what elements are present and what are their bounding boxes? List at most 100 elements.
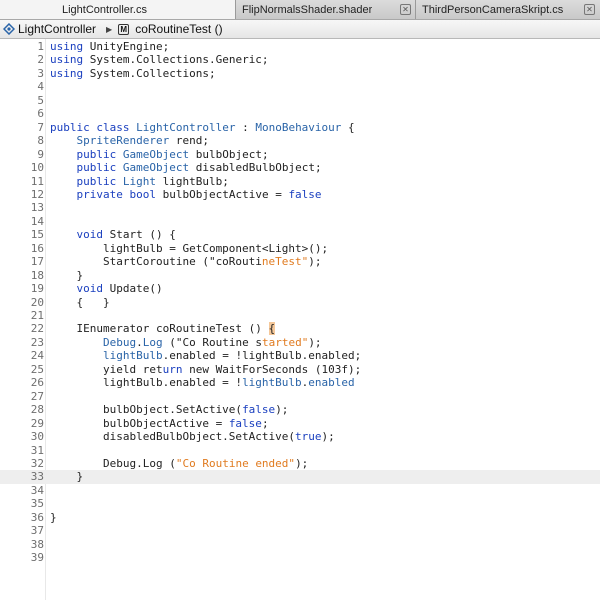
code-token: Start () { xyxy=(103,228,176,242)
code-line[interactable]: 5 xyxy=(0,94,600,107)
line-number: 6 xyxy=(37,107,44,121)
code-token: { xyxy=(341,120,355,134)
code-token: : xyxy=(235,120,256,134)
line-number: 16 xyxy=(30,241,44,255)
code-token: enabled xyxy=(308,376,355,390)
line-number: 32 xyxy=(30,456,44,470)
code-token: ("Co Routine s xyxy=(162,335,262,349)
line-number: 4 xyxy=(37,80,44,94)
code-line[interactable]: 32 Debug.Log ("Co Routine ended"); xyxy=(0,457,600,470)
tab-thirdpersoncameraskript[interactable]: ThirdPersonCameraSkript.cs ✕ xyxy=(416,0,600,19)
code-line[interactable]: 26 lightBulb.enabled = !lightBulb.enable… xyxy=(0,376,600,389)
code-line[interactable]: 35 xyxy=(0,497,600,510)
code-token: bulbObject; xyxy=(189,147,269,161)
code-line[interactable]: 12 private bool bulbObjectActive = false xyxy=(0,188,600,201)
code-line[interactable]: 9 public GameObject bulbObject; xyxy=(0,148,600,161)
line-code: yield return new WaitForSeconds (103f); xyxy=(50,363,361,376)
code-token: ); xyxy=(275,403,289,417)
code-line[interactable]: 39 xyxy=(0,551,600,564)
tab-label: FlipNormalsShader.shader xyxy=(242,3,373,16)
code-line[interactable]: 27 xyxy=(0,390,600,403)
code-line[interactable]: 8 SpriteRenderer rend; xyxy=(0,134,600,147)
code-line[interactable]: 21 xyxy=(0,309,600,322)
code-line[interactable]: 17 StartCoroutine ("coRoutineTest"); xyxy=(0,255,600,268)
code-line[interactable]: 28 bulbObject.SetActive(false); xyxy=(0,403,600,416)
line-code: void Start () { xyxy=(50,228,176,241)
code-line[interactable]: 13 xyxy=(0,201,600,214)
line-code: public Light lightBulb; xyxy=(50,175,229,188)
code-line[interactable]: 14 xyxy=(0,215,600,228)
code-line[interactable]: 1 using UnityEngine; xyxy=(0,40,600,53)
code-line[interactable]: 16 lightBulb = GetComponent<Light>(); xyxy=(0,242,600,255)
code-line[interactable]: 23 Debug.Log ("Co Routine started"); xyxy=(0,336,600,349)
code-token: Light xyxy=(122,174,156,188)
line-number: 7 xyxy=(37,120,44,134)
line-number: 23 xyxy=(30,335,44,349)
line-number: 30 xyxy=(30,430,44,444)
code-token: false xyxy=(228,416,262,430)
line-code: public GameObject bulbObject; xyxy=(50,148,269,161)
code-line[interactable]: 24 lightBulb.enabled = !lightBulb.enable… xyxy=(0,349,600,362)
code-token: public xyxy=(76,161,117,175)
code-token: yield ret xyxy=(50,362,163,376)
code-line[interactable]: 37 xyxy=(0,524,600,537)
code-line[interactable]: 18 } xyxy=(0,269,600,282)
line-number: 37 xyxy=(30,524,44,538)
code-line[interactable]: 10 public GameObject disabledBulbObject; xyxy=(0,161,600,174)
code-line[interactable]: 31 xyxy=(0,444,600,457)
line-number: 24 xyxy=(30,349,44,363)
code-line[interactable]: 4 xyxy=(0,80,600,93)
code-line[interactable]: 19 void Update() xyxy=(0,282,600,295)
code-line[interactable]: 15 void Start () { xyxy=(0,228,600,241)
line-number: 3 xyxy=(37,66,44,80)
code-line[interactable]: 7 public class LightController : MonoBeha… xyxy=(0,121,600,134)
line-number: 21 xyxy=(30,309,44,322)
code-line[interactable]: 25 yield return new WaitForSeconds (103f… xyxy=(0,363,600,376)
code-line[interactable]: 20 { } xyxy=(0,296,600,309)
code-line[interactable]: 33 } xyxy=(0,470,600,484)
line-number: 11 xyxy=(30,174,44,188)
line-number: 38 xyxy=(30,537,44,551)
code-token: . xyxy=(136,335,143,349)
code-line[interactable]: 30 disabledBulbObject.SetActive(true); xyxy=(0,430,600,443)
line-code: using UnityEngine; xyxy=(50,40,169,53)
code-token: IEnumerator coRoutineTest () xyxy=(50,322,269,336)
method-icon: M xyxy=(118,23,130,35)
line-code: Debug.Log ("Co Routine ended"); xyxy=(50,457,308,470)
close-icon[interactable]: ✕ xyxy=(584,4,595,15)
code-token: using xyxy=(50,66,84,80)
code-token: ); xyxy=(295,456,309,470)
code-token: LightController xyxy=(136,120,236,134)
line-code: lightBulb.enabled = !lightBulb.enabled; xyxy=(50,349,361,362)
code-line[interactable]: 11 public Light lightBulb; xyxy=(0,175,600,188)
breadcrumb-method[interactable]: coRoutineTest () xyxy=(135,22,222,36)
code-line[interactable]: 22 IEnumerator coRoutineTest () { xyxy=(0,322,600,336)
line-number: 19 xyxy=(30,282,44,296)
code-line[interactable]: 3 using System.Collections; xyxy=(0,67,600,80)
code-line[interactable]: 36} xyxy=(0,511,600,524)
code-editor[interactable]: 1 using UnityEngine; 2 using System.Collect… xyxy=(0,39,600,600)
close-icon[interactable]: ✕ xyxy=(400,4,411,15)
code-line[interactable]: 6 xyxy=(0,107,600,120)
code-line[interactable]: 38 xyxy=(0,538,600,551)
line-number: 9 xyxy=(37,147,44,161)
tab-flipnormalsshader[interactable]: FlipNormalsShader.shader ✕ xyxy=(236,0,416,19)
tab-lightcontroller[interactable]: LightController.cs xyxy=(0,0,236,19)
line-number: 22 xyxy=(30,322,44,336)
code-line[interactable]: 29 bulbObjectActive = false; xyxy=(0,417,600,430)
code-line[interactable]: 2 using System.Collections.Generic; xyxy=(0,53,600,66)
breadcrumb-class[interactable]: LightController xyxy=(18,22,96,36)
line-number: 5 xyxy=(37,93,44,107)
code-line[interactable]: 34 xyxy=(0,484,600,497)
chevron-right-icon: ▶ xyxy=(106,24,113,34)
line-number: 36 xyxy=(30,510,44,524)
line-number: 2 xyxy=(37,53,44,67)
line-number: 17 xyxy=(30,255,44,269)
code-token: false xyxy=(288,187,322,201)
